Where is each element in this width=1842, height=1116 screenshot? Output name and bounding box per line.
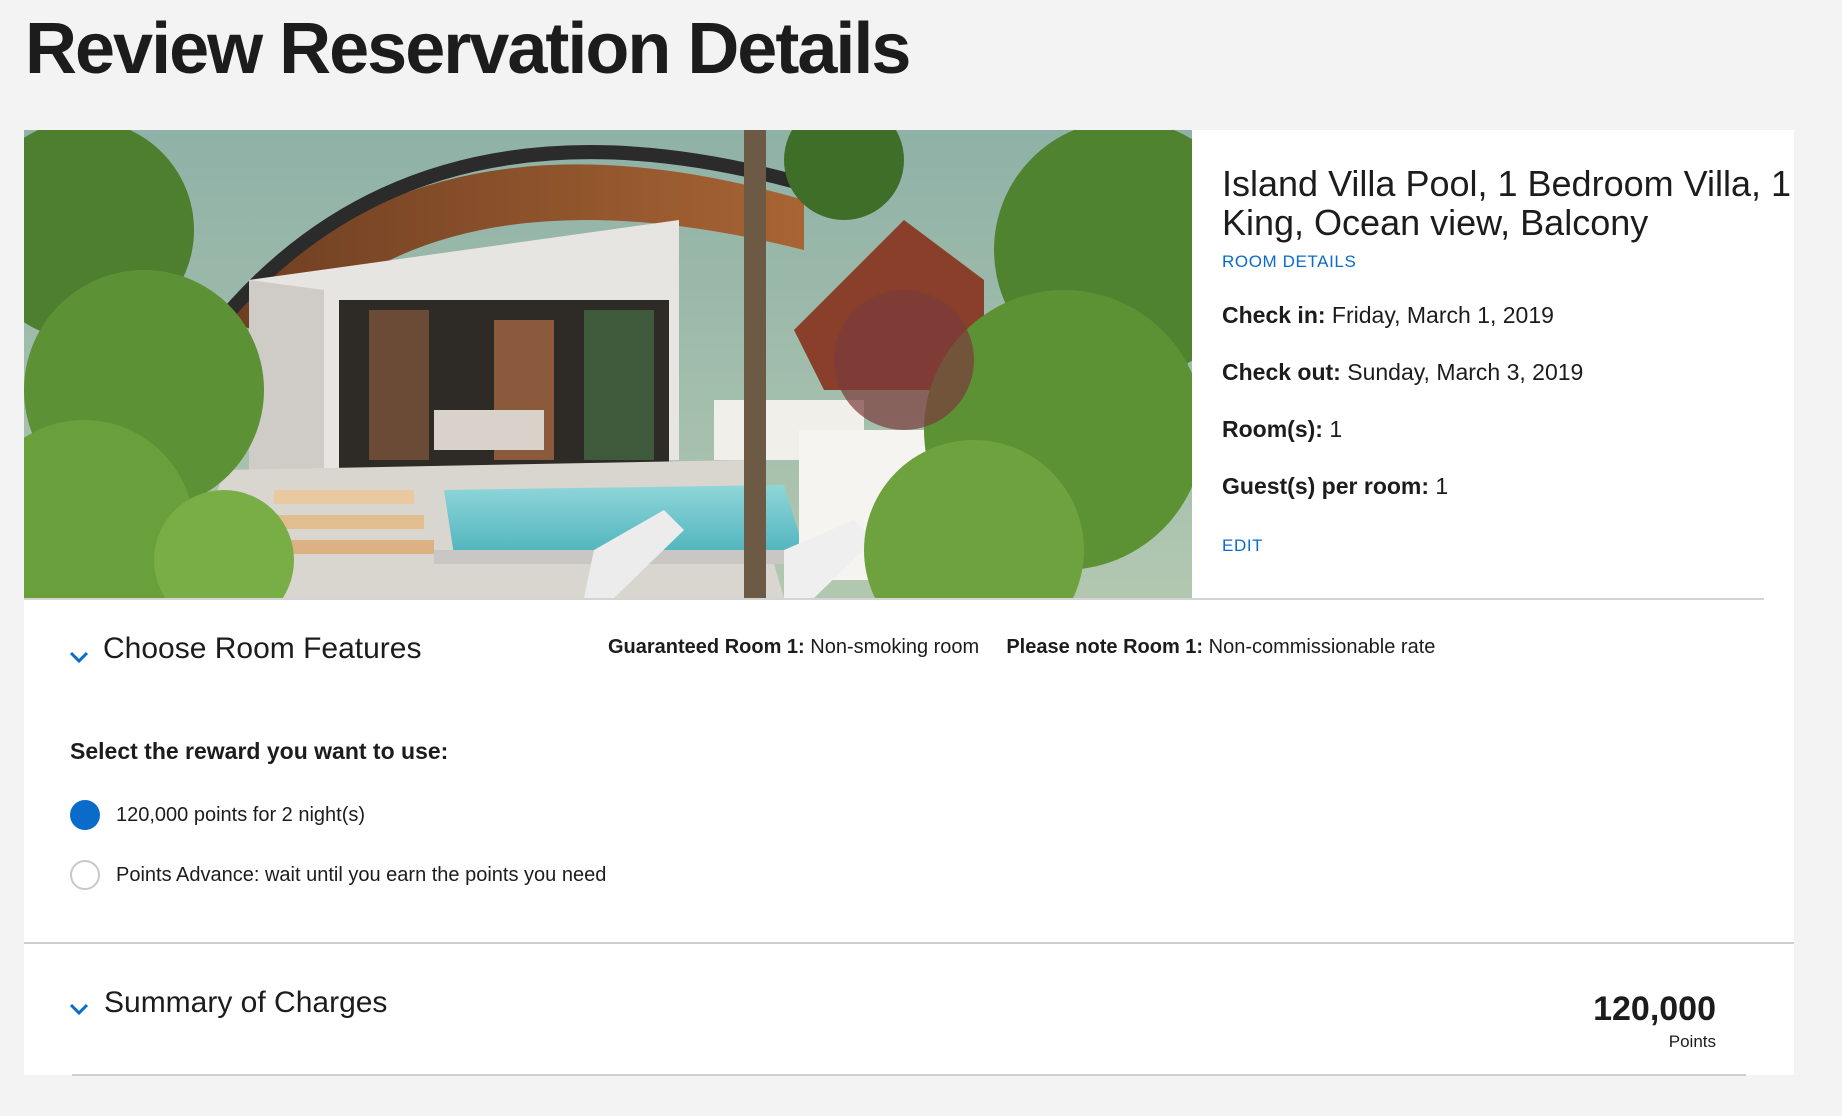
page-title: Review Reservation Details [25, 9, 911, 89]
reward-option-points[interactable]: 120,000 points for 2 night(s) [70, 800, 365, 830]
room-name: Island Villa Pool, 1 Bedroom Villa, 1 Ki… [1222, 163, 1792, 243]
reward-option-label: Points Advance: wait until you earn the … [116, 863, 607, 886]
check-out-row: Check out: Sunday, March 3, 2019 [1222, 359, 1802, 386]
guaranteed-label: Guaranteed Room 1: [608, 636, 805, 658]
summary-of-charges-title: Summary of Charges [104, 986, 388, 1019]
divider [24, 598, 1764, 600]
divider [24, 942, 1794, 944]
guaranteed-value: Non-smoking room [810, 636, 980, 658]
points-unit: Points [1668, 1032, 1716, 1051]
guests-label: Guest(s) per room: [1222, 473, 1430, 499]
summary-total: 120,000 Points [1593, 990, 1716, 1052]
note-label: Please note Room 1: [1006, 636, 1204, 658]
choose-room-features-title: Choose Room Features [103, 632, 422, 665]
check-out-label: Check out: [1222, 359, 1341, 385]
edit-link[interactable]: EDIT [1222, 536, 1263, 556]
room-details-link[interactable]: ROOM DETAILS [1222, 252, 1356, 272]
room-details-panel: Island Villa Pool, 1 Bedroom Villa, 1 Ki… [1222, 130, 1802, 556]
rooms-row: Room(s): 1 [1222, 416, 1802, 443]
radio-selected-icon[interactable] [70, 800, 100, 830]
rooms-value: 1 [1329, 416, 1343, 442]
reward-option-points-advance[interactable]: Points Advance: wait until you earn the … [70, 860, 606, 890]
reward-selection: Select the reward you want to use: 120,0… [70, 738, 606, 890]
room-photo [24, 130, 1192, 598]
guests-value: 1 [1435, 473, 1449, 499]
reservation-card: Island Villa Pool, 1 Bedroom Villa, 1 Ki… [24, 130, 1794, 1076]
reward-option-label: 120,000 points for 2 night(s) [116, 803, 366, 826]
check-in-label: Check in: [1222, 302, 1326, 328]
room-notes: Guaranteed Room 1: Non-smoking room Plea… [608, 636, 1435, 659]
check-in-row: Check in: Friday, March 1, 2019 [1222, 302, 1802, 329]
note-value: Non-commissionable rate [1208, 636, 1436, 658]
guests-row: Guest(s) per room: 1 [1222, 473, 1802, 500]
divider [72, 1074, 1746, 1076]
reward-heading: Select the reward you want to use: [70, 738, 449, 764]
points-total: 120,000 [1593, 990, 1716, 1028]
chevron-down-icon [69, 1003, 89, 1016]
chevron-down-icon [69, 651, 89, 664]
radio-unselected-icon[interactable] [70, 860, 100, 890]
check-out-value: Sunday, March 3, 2019 [1347, 359, 1584, 385]
rooms-label: Room(s): [1222, 416, 1323, 442]
check-in-value: Friday, March 1, 2019 [1331, 302, 1554, 328]
